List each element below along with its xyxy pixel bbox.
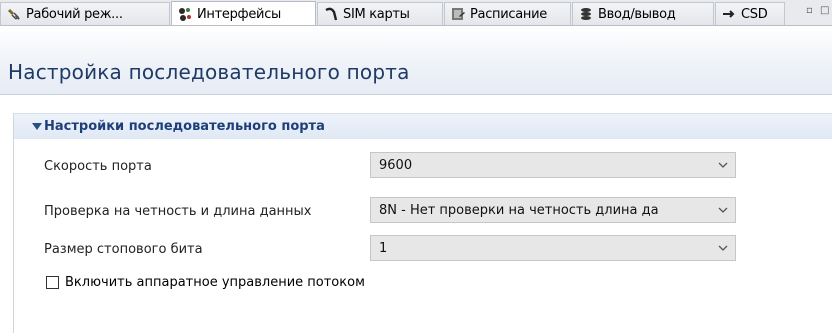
flow-control-checkbox[interactable]: [46, 276, 59, 289]
stop-bits-select[interactable]: 1: [370, 235, 736, 261]
tab-schedule-label: Расписание: [470, 6, 547, 22]
tab-schedule[interactable]: Расписание: [444, 2, 571, 25]
stop-bits-label: Размер стопового бита: [44, 242, 203, 257]
schedule-icon: [450, 6, 466, 22]
tab-work-mode-label: Рабочий реж...: [26, 6, 123, 22]
arrow-right-icon: [721, 6, 737, 22]
parity-label: Проверка на четность и длина данных: [44, 204, 312, 219]
minimize-icon[interactable]: ▫: [806, 5, 813, 16]
maximize-icon[interactable]: □: [820, 5, 829, 16]
tab-csd[interactable]: CSD: [715, 2, 785, 25]
port-speed-label: Скорость порта: [44, 159, 152, 174]
collapse-triangle-icon[interactable]: [32, 123, 42, 130]
stop-bits-value: 1: [379, 240, 388, 256]
tab-sim-cards-label: SIM карты: [343, 6, 410, 22]
section-header[interactable]: Настройки последовательного порта: [14, 113, 832, 139]
port-speed-value: 9600: [379, 157, 413, 173]
editor-tab-bar: Рабочий реж... Интерфейсы SIM карты Расп…: [0, 0, 832, 26]
chevron-down-icon[interactable]: [711, 236, 735, 260]
tab-interfaces[interactable]: Интерфейсы: [171, 1, 316, 25]
tab-interfaces-label: Интерфейсы: [197, 6, 282, 22]
port-speed-select[interactable]: 9600: [370, 152, 736, 178]
parity-select[interactable]: 8N - Нет проверки на четность длина да: [370, 197, 736, 223]
chevron-down-icon[interactable]: [711, 153, 735, 177]
tab-csd-label: CSD: [741, 6, 768, 22]
plug-icon: [6, 6, 22, 22]
sim-icon: [323, 6, 339, 22]
page-header: Настройка последовательного порта: [0, 26, 832, 95]
tab-sim-cards[interactable]: SIM карты: [317, 2, 443, 25]
io-icon: [578, 6, 594, 22]
flow-control-label: Включить аппаратное управление потоком: [65, 275, 365, 290]
tab-io-label: Ввод/вывод: [598, 6, 676, 22]
section-title: Настройки последовательного порта: [44, 119, 325, 134]
flow-control-row[interactable]: Включить аппаратное управление потоком: [46, 275, 365, 290]
section-border: [13, 113, 14, 333]
tab-io[interactable]: Ввод/вывод: [572, 2, 714, 25]
chevron-down-icon[interactable]: [711, 198, 735, 222]
interfaces-icon: [177, 6, 193, 22]
page-title: Настройка последовательного порта: [8, 60, 410, 84]
tab-work-mode[interactable]: Рабочий реж...: [0, 2, 170, 25]
parity-value: 8N - Нет проверки на четность длина да: [379, 202, 659, 218]
